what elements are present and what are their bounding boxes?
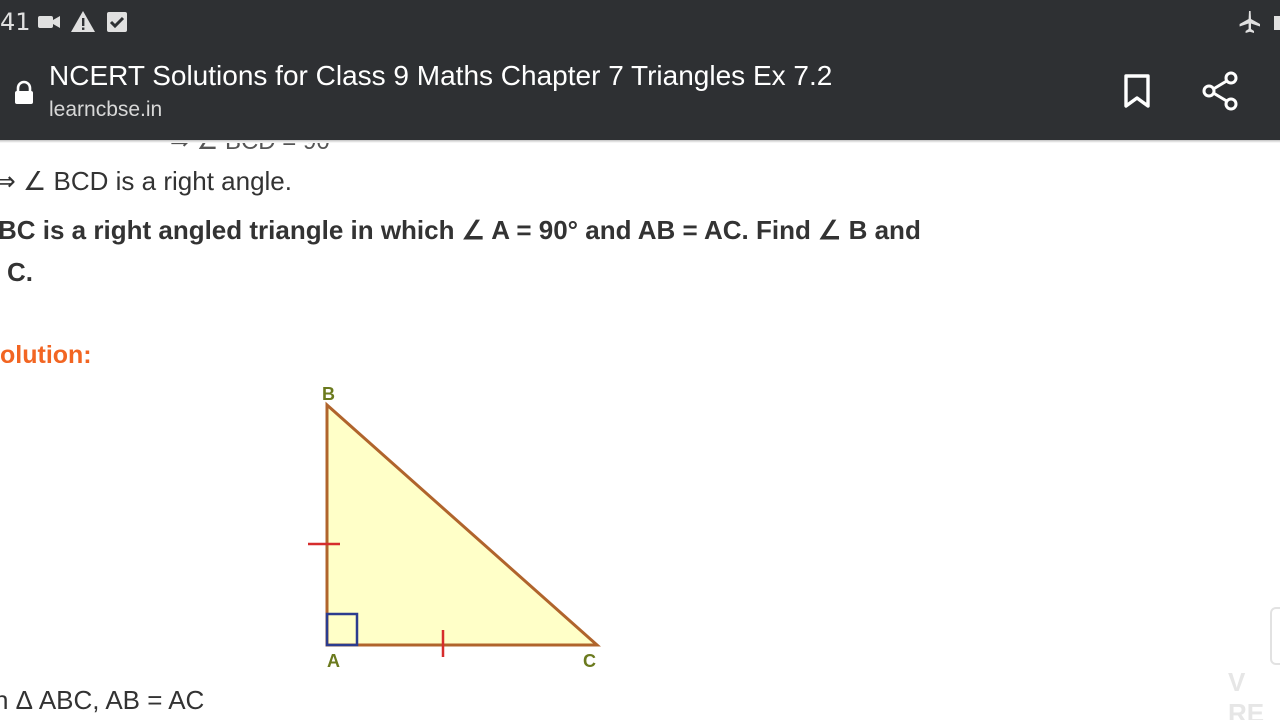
status-bar: 41	[0, 0, 1280, 44]
vertex-label-a: A	[327, 651, 340, 671]
text-line-right-angle: ⇒ ∠ BCD is a right angle.	[0, 166, 292, 196]
scroll-handle[interactable]	[1270, 607, 1280, 665]
browser-toolbar	[0, 44, 1280, 140]
page-title[interactable]: NCERT Solutions for Class 9 Maths Chapte…	[49, 60, 832, 92]
triangle-abc	[325, 401, 601, 647]
question-line-2: C.	[7, 257, 33, 287]
airplane-icon	[1239, 11, 1260, 33]
warning-icon	[71, 11, 95, 32]
lock-icon	[15, 80, 33, 104]
bookmark-icon[interactable]	[1120, 72, 1156, 112]
page-domain[interactable]: learncbse.in	[49, 98, 162, 122]
partial-text-line: ⇒ ∠ BCD = 90°	[170, 143, 339, 156]
question-line-1: BC is a right angled triangle in which ∠…	[0, 215, 921, 245]
vertex-label-c: C	[583, 651, 596, 671]
solution-heading: olution:	[0, 341, 92, 369]
watermark-text: V RE	[1228, 667, 1265, 720]
vertex-label-b: B	[322, 384, 335, 404]
text-line-given: n Δ ABC, AB = AC	[0, 685, 205, 715]
share-icon[interactable]	[1200, 70, 1242, 112]
battery-icon	[1274, 16, 1280, 30]
checkbox-icon	[107, 12, 127, 32]
page-content: ⇒ ∠ BCD = 90° ⇒ ∠ BCD is a right angle. …	[0, 143, 1280, 720]
status-time: 41	[0, 8, 31, 36]
triangle-diagram: B A C	[308, 384, 601, 671]
video-camera-icon	[38, 16, 60, 28]
